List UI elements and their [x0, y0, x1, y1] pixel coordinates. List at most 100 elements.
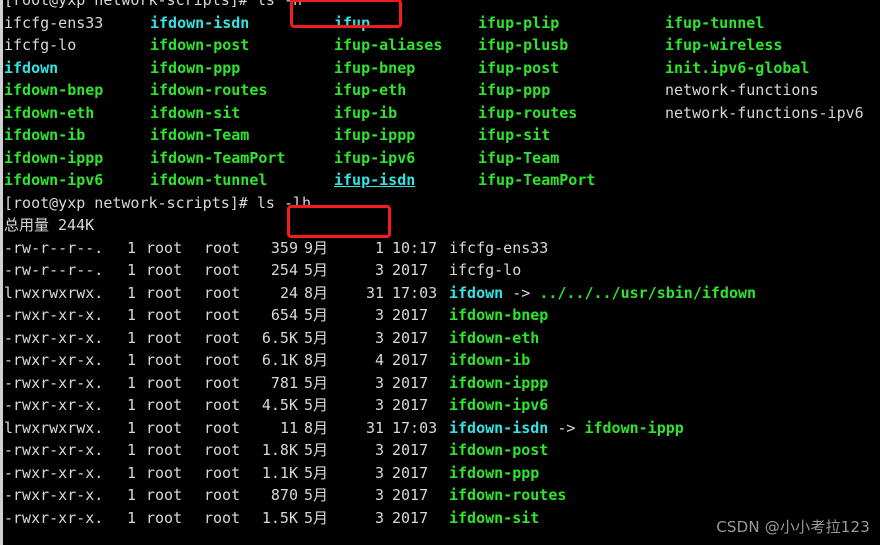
ls-entry[interactable]: ifup-post	[478, 57, 559, 80]
file-name-cell[interactable]: ifdown-eth	[449, 327, 539, 350]
file-name[interactable]: ifdown-bnep	[449, 306, 548, 324]
ls-entry[interactable]: ifdown-ippp	[4, 147, 103, 170]
link-count: 1	[127, 328, 137, 347]
ls-entry[interactable]: ifcfg-ens33	[4, 12, 103, 35]
link-count: 1	[127, 463, 137, 482]
ls-entry[interactable]: ifdown-bnep	[4, 79, 103, 102]
file-name-cell[interactable]: ifdown-ppp	[449, 462, 539, 485]
ls-entry[interactable]: ifdown-ib	[4, 124, 85, 147]
file-size: 654	[270, 306, 298, 324]
file-name-cell[interactable]: ifdown -> ../../../usr/sbin/ifdown	[449, 282, 756, 305]
link-count: 1	[127, 283, 137, 302]
link-count: 1	[127, 486, 137, 504]
file-name-cell[interactable]: ifdown-bnep	[449, 304, 548, 327]
file-name[interactable]: ifdown-routes	[449, 486, 566, 504]
file-time: 17:03	[392, 418, 438, 437]
file-name-cell[interactable]: ifdown-ipv6	[449, 394, 548, 417]
file-group: root	[204, 418, 241, 437]
ls-entry[interactable]: ifup-ib	[334, 102, 397, 125]
terminal-output[interactable]: [root@yxp network-scripts]# ls -h ifcfg-e…	[4, 0, 880, 529]
file-owner: root	[146, 508, 183, 527]
file-name-cell[interactable]: ifdown-routes	[449, 484, 566, 507]
ls-entry[interactable]: ifup-aliases	[334, 34, 442, 57]
symlink-arrow: ->	[548, 418, 585, 437]
ls-entry[interactable]: init.ipv6-global	[665, 57, 810, 80]
file-day: 31	[365, 418, 384, 437]
file-name[interactable]: ifdown-ippp	[449, 374, 548, 392]
file-day: 4	[374, 351, 384, 369]
file-group: root	[204, 283, 241, 302]
file-size: 11	[279, 418, 298, 437]
file-name-cell[interactable]: ifdown-post	[449, 439, 548, 462]
link-count: 1	[127, 396, 137, 414]
ls-entry[interactable]: ifdown-TeamPort	[150, 147, 285, 170]
ls-entry[interactable]: ifdown-Team	[150, 124, 249, 147]
file-name[interactable]: ifdown-isdn	[449, 419, 548, 437]
ls-entry[interactable]: ifup-sit	[478, 124, 550, 147]
ls-entry[interactable]: ifup-plip	[478, 12, 559, 35]
ls-entry[interactable]: ifup-bnep	[334, 57, 415, 80]
file-name-cell[interactable]: ifcfg-lo	[449, 259, 521, 282]
file-name-cell[interactable]: ifdown-ippp	[449, 372, 548, 395]
ls-entry[interactable]: ifup-Team	[478, 147, 559, 170]
ls-entry[interactable]: ifdown-sit	[150, 102, 240, 125]
file-name[interactable]: ifdown-ipv6	[449, 396, 548, 414]
file-month: 5月	[304, 441, 329, 459]
file-name-cell[interactable]: ifdown-sit	[449, 507, 539, 530]
ls-grid-row: ifdown-eth ifdown-sit ifup-ib ifup-routes ne…	[4, 102, 880, 125]
ls-entry[interactable]: network-functions-ipv6	[665, 102, 864, 125]
ls-entry[interactable]: ifdown-eth	[4, 102, 94, 125]
ls-entry[interactable]: ifdown	[4, 57, 58, 80]
file-name[interactable]: ifcfg-lo	[449, 261, 521, 279]
ls-entry[interactable]: ifdown-post	[150, 34, 249, 57]
prompt-text: [root@yxp network-scripts	[4, 0, 230, 9]
symlink-target[interactable]: ../../../usr/sbin/ifdown	[539, 284, 756, 302]
ls-entry[interactable]: ifdown-tunnel	[150, 169, 267, 192]
file-day: 3	[374, 463, 384, 482]
ls-long-row: -rwxr-xr-x. 1 root root 6.5K 5月 3 2017 ifdown-et…	[4, 327, 880, 350]
csdn-watermark: CSDN @小小考拉123	[716, 517, 870, 536]
file-time: 2017	[392, 261, 429, 279]
file-name[interactable]: ifdown-sit	[449, 509, 539, 527]
file-day: 31	[365, 283, 384, 302]
ls-entry[interactable]: ifup-TeamPort	[478, 169, 595, 192]
file-name-cell[interactable]: ifdown-ib	[449, 349, 530, 372]
ls-entry[interactable]: ifup-ppp	[478, 79, 550, 102]
ls-entry[interactable]: ifdown-isdn	[150, 12, 249, 35]
symlink-target[interactable]: ifdown-ippp	[584, 419, 683, 437]
link-count: 1	[127, 306, 137, 324]
file-owner: root	[146, 261, 183, 279]
file-owner: root	[146, 463, 183, 482]
ls-entry[interactable]: ifup-ippp	[334, 124, 415, 147]
file-name[interactable]: ifdown-ppp	[449, 464, 539, 482]
file-permissions: lrwxrwxrwx.	[4, 283, 104, 302]
ls-entry[interactable]: ifup-routes	[478, 102, 577, 125]
ls-entry[interactable]: ifup-plusb	[478, 34, 568, 57]
ls-entry[interactable]: ifdown-ipv6	[4, 169, 103, 192]
ls-entry[interactable]: ifcfg-lo	[4, 34, 76, 57]
file-name-cell[interactable]: ifdown-isdn -> ifdown-ippp	[449, 417, 684, 440]
file-name-cell[interactable]: ifcfg-ens33	[449, 237, 548, 260]
ls-long-row: -rwxr-xr-x. 1 root root 1.1K 5月 3 2017 ifdown-pp…	[4, 462, 880, 485]
ls-entry[interactable]: ifup-eth	[334, 79, 406, 102]
file-name[interactable]: ifdown-ib	[449, 351, 530, 369]
ls-entry[interactable]: ifdown-ppp	[150, 57, 240, 80]
file-owner: root	[146, 328, 183, 347]
ls-entry[interactable]: ifdown-routes	[150, 79, 267, 102]
file-time: 2017	[392, 463, 429, 482]
file-name[interactable]: ifcfg-ens33	[449, 239, 548, 257]
ls-entry[interactable]: network-functions	[665, 79, 819, 102]
total-usage-text: 总用量 244K	[4, 216, 95, 234]
ls-entry[interactable]: ifup-tunnel	[665, 12, 764, 35]
file-name[interactable]: ifdown-post	[449, 441, 548, 459]
file-name[interactable]: ifdown	[449, 284, 503, 302]
file-month: 8月	[304, 283, 329, 302]
ls-entry[interactable]: ifup-isdn	[334, 169, 415, 192]
command-1-text: ls -h	[256, 0, 303, 9]
ls-entry[interactable]: ifup	[334, 12, 370, 35]
file-name[interactable]: ifdown-eth	[449, 329, 539, 347]
ls-entry[interactable]: ifup-ipv6	[334, 147, 415, 170]
ls-long-row: -rw-r--r--. 1 root root 254 5月 3 2017 ifcfg-lo	[4, 259, 880, 282]
ls-entry[interactable]: ifup-wireless	[665, 34, 782, 57]
prompt-line-2: [root@yxp network-scripts]# ls -lh	[4, 192, 880, 215]
